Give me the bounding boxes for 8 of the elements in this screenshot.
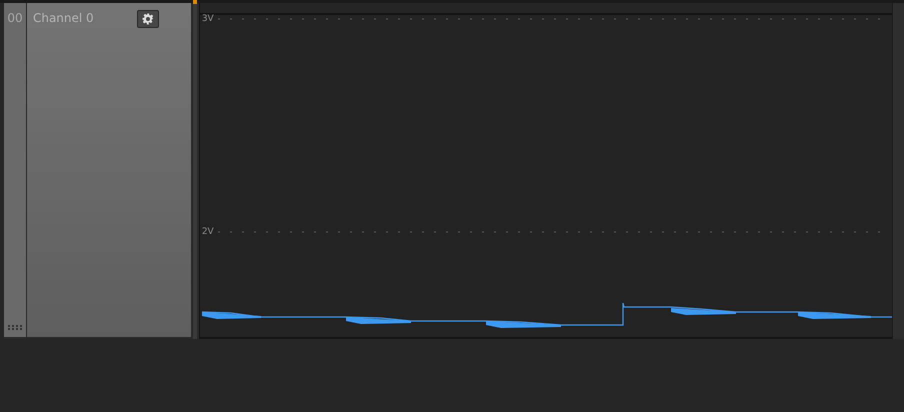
channel-name: Channel 0 — [32, 11, 94, 25]
drag-handle-icon[interactable] — [8, 325, 22, 331]
scrollbar[interactable] — [892, 3, 904, 339]
channel-index: 00 — [7, 11, 23, 25]
axis-label: 2V — [202, 227, 214, 237]
axis-label: 3V — [202, 14, 214, 24]
settings-button[interactable] — [136, 10, 159, 28]
gear-icon — [142, 13, 154, 25]
